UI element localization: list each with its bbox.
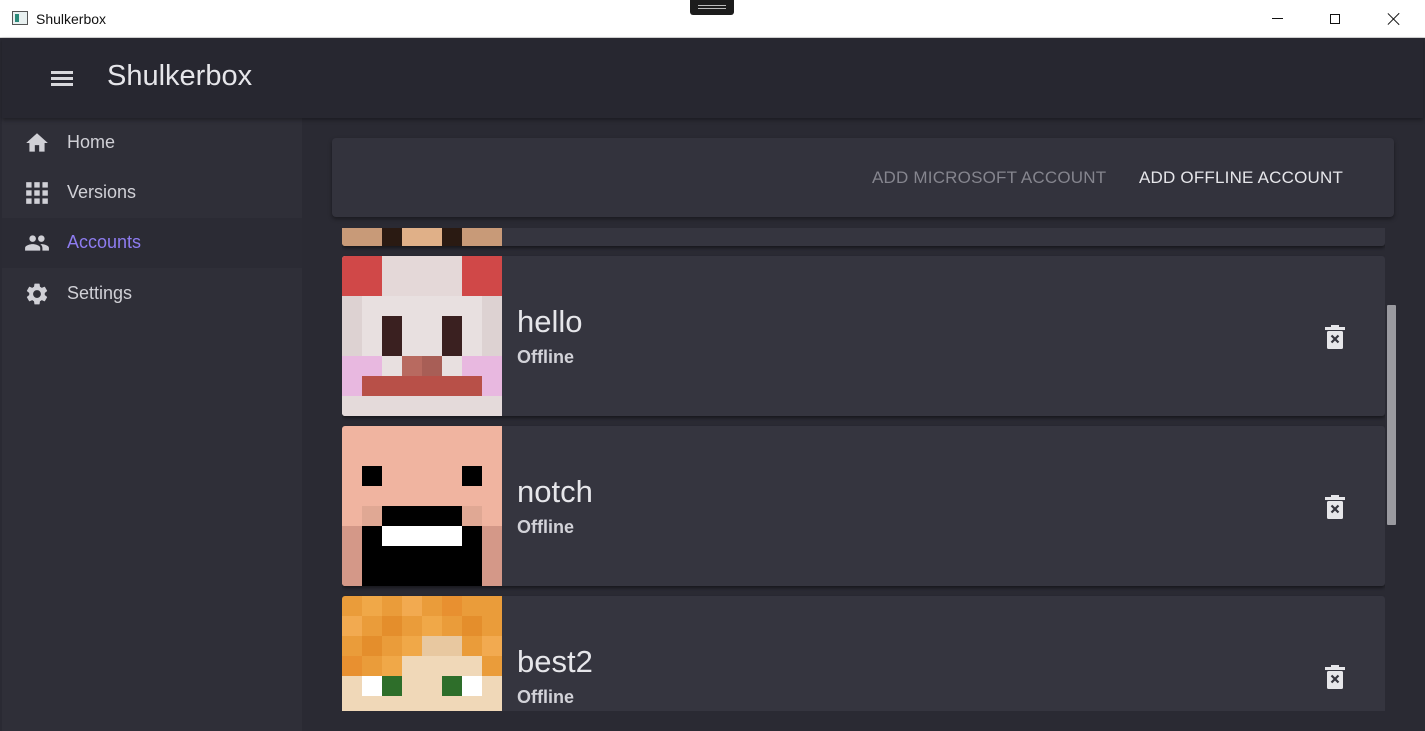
minimize-icon — [1271, 18, 1283, 19]
people-icon — [25, 235, 49, 251]
add-offline-account-button[interactable]: ADD OFFLINE ACCOUNT — [1139, 168, 1343, 188]
account-name: notch — [517, 474, 593, 509]
grid-icon — [26, 182, 48, 204]
app-icon — [12, 11, 28, 25]
delete-icon[interactable] — [1324, 664, 1346, 690]
close-icon — [1387, 12, 1401, 26]
delete-icon[interactable] — [1324, 324, 1346, 350]
account-card: notch Offline — [342, 426, 1385, 586]
skin-avatar — [342, 256, 502, 416]
minimize-button[interactable] — [1248, 0, 1306, 37]
sidebar-item-label: Accounts — [67, 232, 142, 252]
close-button[interactable] — [1365, 0, 1423, 37]
home-icon — [26, 133, 48, 152]
sidebar-item-label: Versions — [67, 182, 137, 202]
account-card — [342, 228, 1385, 246]
delete-icon[interactable] — [1324, 494, 1346, 520]
account-name: best2 — [517, 644, 593, 679]
scrollbar[interactable] — [1385, 305, 1396, 525]
skin-avatar — [342, 228, 502, 246]
skin-avatar — [342, 596, 502, 711]
window-title: Shulkerbox — [36, 11, 107, 27]
scrollbar-thumb[interactable] — [1387, 305, 1396, 525]
maximize-icon — [1330, 13, 1340, 24]
account-name: hello — [517, 304, 583, 339]
sidebar-item-settings[interactable]: Settings — [2, 269, 302, 319]
sidebar-item-home[interactable]: Home — [2, 118, 302, 168]
skin-avatar — [342, 426, 502, 586]
maximize-button[interactable] — [1306, 0, 1364, 37]
sidebar-item-label: Home — [67, 132, 116, 152]
window-titlebar: Shulkerbox — [0, 0, 1425, 38]
account-type: Offline — [517, 517, 574, 537]
add-microsoft-account-button[interactable]: ADD MICROSOFT ACCOUNT — [872, 168, 1106, 188]
sidebar-item-accounts[interactable]: Accounts — [2, 218, 302, 268]
app-title: Shulkerbox — [107, 60, 253, 92]
accounts-toolbar: ADD MICROSOFT ACCOUNT ADD OFFLINE ACCOUN… — [332, 138, 1394, 217]
sidebar-item-label: Settings — [67, 283, 133, 303]
account-card: best2 Offline — [342, 596, 1385, 711]
sidebar: Home Versions Accounts Settings — [2, 118, 302, 731]
account-type: Offline — [517, 687, 574, 707]
hamburger-menu-icon[interactable] — [49, 68, 75, 88]
accounts-list[interactable]: hello Offline notch Offline best2 Offlin… — [342, 228, 1385, 711]
main-content: ADD MICROSOFT ACCOUNT ADD OFFLINE ACCOUN… — [302, 118, 1425, 731]
snap-handle[interactable] — [690, 0, 734, 15]
account-card: hello Offline — [342, 256, 1385, 416]
gear-icon — [26, 283, 48, 305]
account-type: Offline — [517, 347, 574, 367]
sidebar-item-versions[interactable]: Versions — [2, 168, 302, 218]
app-bar: Shulkerbox — [2, 38, 1423, 118]
